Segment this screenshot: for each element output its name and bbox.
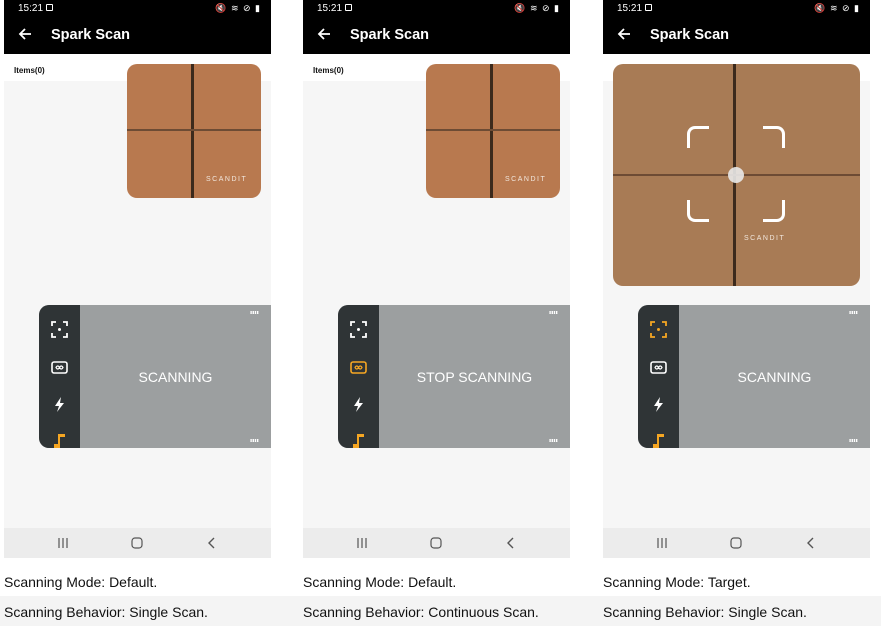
sound-icon[interactable] [649,431,668,448]
app-bar: Spark Scan [4,17,271,54]
drag-handle[interactable] [549,311,558,314]
status-time: 15:21 [317,3,343,14]
caption-behavior: Scanning Behavior: Single Scan. [4,604,208,620]
items-count-label: Items(0) [313,66,344,75]
drag-handle[interactable] [849,311,858,314]
app-bar: Spark Scan [303,17,570,54]
page-title: Spark Scan [650,27,729,43]
caption-row-mode: Scanning Mode: Default. Scanning Mode: D… [0,566,881,596]
flash-icon[interactable] [349,395,368,414]
spark-scan-panel: STOP SCANNING [338,305,570,448]
home-icon[interactable] [129,535,145,551]
caption-mode: Scanning Mode: Default. [4,574,158,590]
target-mode-icon[interactable] [349,320,368,339]
phone-screen-default-single: 15:21 🔇 ≋ ⊘ ▮ Spark Scan Items(0) SCANDI… [4,0,271,558]
spark-scan-panel: SCANNING [638,305,870,448]
drag-handle[interactable] [250,311,259,314]
sound-icon[interactable] [349,431,368,448]
scan-toolbar [338,305,379,448]
scandit-watermark: SCANDIT [744,235,786,242]
status-indicators: 🔇 ≋ ⊘ ▮ [514,3,560,13]
viewfinder-corner [687,200,709,222]
continuous-scan-icon[interactable] [649,358,668,377]
caption-behavior: Scanning Behavior: Continuous Scan. [303,604,539,620]
back-icon[interactable] [204,535,220,551]
camera-preview: SCANDIT [127,64,261,198]
scan-content: Items(0) SCANDIT STOP SCANNING [303,54,570,528]
scandit-watermark: SCANDIT [505,176,547,183]
target-mode-icon[interactable] [50,320,69,339]
phone-screen-target-single: 15:21 🔇 ≋ ⊘ ▮ Spark Scan SCANDIT SCANNIN… [603,0,870,558]
arrow-left-icon[interactable] [615,25,633,43]
scan-content: Items(0) SCANDIT SCANNING [4,54,271,528]
scan-trigger-button[interactable]: SCANNING [679,305,870,448]
caption-mode: Scanning Mode: Default. [303,574,457,590]
notification-icon [46,4,53,11]
arrow-left-icon[interactable] [315,25,333,43]
home-icon[interactable] [728,535,744,551]
notification-icon [345,4,352,11]
scan-toolbar [638,305,679,448]
app-bar: Spark Scan [603,17,870,54]
recents-icon[interactable] [55,535,71,551]
scan-trigger-button[interactable]: STOP SCANNING [379,305,570,448]
caption-behavior: Scanning Behavior: Single Scan. [603,604,807,620]
continuous-scan-icon[interactable] [50,358,69,377]
viewfinder-corner [687,126,709,148]
items-count-label: Items(0) [14,66,45,75]
scan-toolbar [39,305,80,448]
camera-preview: SCANDIT [613,64,860,286]
flash-icon[interactable] [50,395,69,414]
status-time: 15:21 [617,3,643,14]
back-icon[interactable] [803,535,819,551]
drag-handle[interactable] [849,439,858,442]
recents-icon[interactable] [354,535,370,551]
continuous-scan-icon[interactable] [349,358,368,377]
status-indicators: 🔇 ≋ ⊘ ▮ [814,3,860,13]
status-bar: 15:21 🔇 ≋ ⊘ ▮ [4,0,271,17]
box-seam [426,129,560,131]
home-icon[interactable] [428,535,444,551]
page-title: Spark Scan [350,27,429,43]
recents-icon[interactable] [654,535,670,551]
drag-handle[interactable] [250,439,259,442]
back-icon[interactable] [503,535,519,551]
spark-scan-panel: SCANNING [39,305,271,448]
scan-content: SCANDIT SCANNING [603,54,870,528]
system-nav-bar [603,528,870,558]
arrow-left-icon[interactable] [16,25,34,43]
status-bar: 15:21 🔇 ≋ ⊘ ▮ [303,0,570,17]
viewfinder-corner [763,126,785,148]
box-seam [127,129,261,131]
viewfinder-corner [763,200,785,222]
page-title: Spark Scan [51,27,130,43]
camera-preview: SCANDIT [426,64,560,198]
flash-icon[interactable] [649,395,668,414]
aim-dot [728,167,744,183]
box-seam [191,64,194,198]
notification-icon [645,4,652,11]
caption-mode: Scanning Mode: Target. [603,574,751,590]
sound-icon[interactable] [50,431,69,448]
status-bar: 15:21 🔇 ≋ ⊘ ▮ [603,0,870,17]
target-mode-icon[interactable] [649,320,668,339]
caption-row-behavior: Scanning Behavior: Single Scan. Scanning… [0,596,881,626]
system-nav-bar [4,528,271,558]
box-seam [490,64,493,198]
scandit-watermark: SCANDIT [206,176,248,183]
status-indicators: 🔇 ≋ ⊘ ▮ [215,3,261,13]
system-nav-bar [303,528,570,558]
phone-screen-default-continuous: 15:21 🔇 ≋ ⊘ ▮ Spark Scan Items(0) SCANDI… [303,0,570,558]
scan-trigger-button[interactable]: SCANNING [80,305,271,448]
status-time: 15:21 [18,3,44,14]
drag-handle[interactable] [549,439,558,442]
